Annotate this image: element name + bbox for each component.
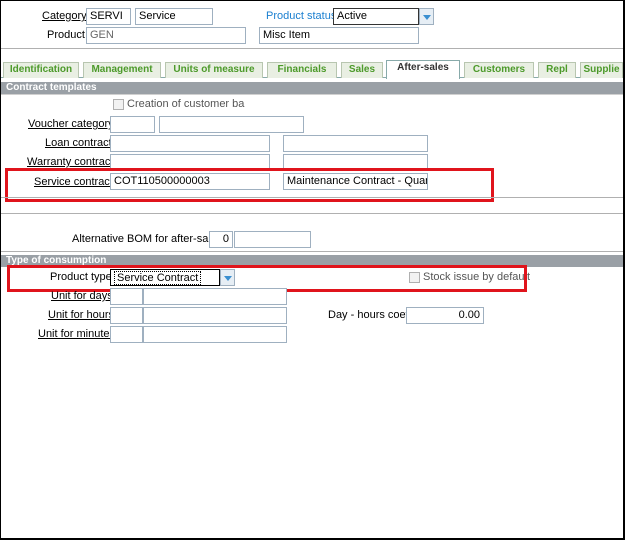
unit-hours-field[interactable]	[110, 307, 143, 324]
contract-templates-header: Contract templates	[1, 82, 623, 94]
product-label: Product	[47, 29, 85, 41]
divider	[1, 94, 623, 95]
creation-label: Creation of customer ba	[127, 98, 245, 110]
tab-financials[interactable]: Financials	[267, 62, 337, 78]
warranty-contract-label[interactable]: Warranty contract	[27, 156, 113, 168]
tab-customers[interactable]: Customers	[464, 62, 534, 78]
product-status-dropdown[interactable]	[419, 8, 434, 25]
unit-hours-label[interactable]: Unit for hours	[48, 309, 114, 321]
tab-suppliers[interactable]: Supplie	[580, 62, 623, 78]
tab-repl[interactable]: Repl	[538, 62, 576, 78]
voucher-category-field[interactable]	[110, 116, 155, 133]
tab-units-of-measure[interactable]: Units of measure	[165, 62, 263, 78]
unit-days-desc	[143, 288, 287, 305]
tab-management[interactable]: Management	[83, 62, 161, 78]
chevron-down-icon	[423, 15, 431, 20]
product-code-field[interactable]: GEN	[86, 27, 246, 44]
creation-checkbox[interactable]	[113, 99, 124, 110]
day-hours-coeff-field[interactable]: 0.00	[406, 307, 484, 324]
voucher-category-desc	[159, 116, 304, 133]
unit-days-field[interactable]	[110, 288, 143, 305]
loan-contract-field[interactable]	[110, 135, 270, 152]
divider	[1, 48, 623, 49]
unit-days-label[interactable]: Unit for days	[51, 290, 113, 302]
product-status-label: Product status	[266, 10, 337, 22]
product-status-select[interactable]: Active	[333, 8, 419, 25]
tab-identification[interactable]: Identification	[3, 62, 79, 78]
loan-contract-desc	[283, 135, 428, 152]
category-label[interactable]: Category	[42, 10, 87, 22]
unit-minutes-desc	[143, 326, 287, 343]
tab-bar: Identification Management Units of measu…	[1, 60, 623, 79]
voucher-category-label[interactable]: Voucher category	[28, 118, 114, 130]
category-code-field[interactable]: SERVI	[86, 8, 131, 25]
unit-minutes-field[interactable]	[110, 326, 143, 343]
loan-contract-label[interactable]: Loan contract	[45, 137, 112, 149]
tab-sales[interactable]: Sales	[341, 62, 383, 78]
tab-after-sales[interactable]: After-sales	[386, 60, 460, 79]
category-name-field: Service	[135, 8, 213, 25]
window: Category SERVI Service Product status Ac…	[1, 1, 623, 538]
unit-minutes-label[interactable]: Unit for minutes	[38, 328, 115, 340]
divider	[1, 251, 623, 252]
alt-bom-desc	[234, 231, 311, 248]
alt-bom-label: Alternative BOM for after-sales	[72, 233, 223, 245]
alt-bom-field[interactable]: 0	[209, 231, 233, 248]
day-hours-coeff-label: Day - hours coeff	[328, 309, 412, 321]
product-desc-field: Misc Item	[259, 27, 419, 44]
unit-hours-desc	[143, 307, 287, 324]
divider	[1, 213, 623, 214]
divider	[1, 197, 623, 198]
